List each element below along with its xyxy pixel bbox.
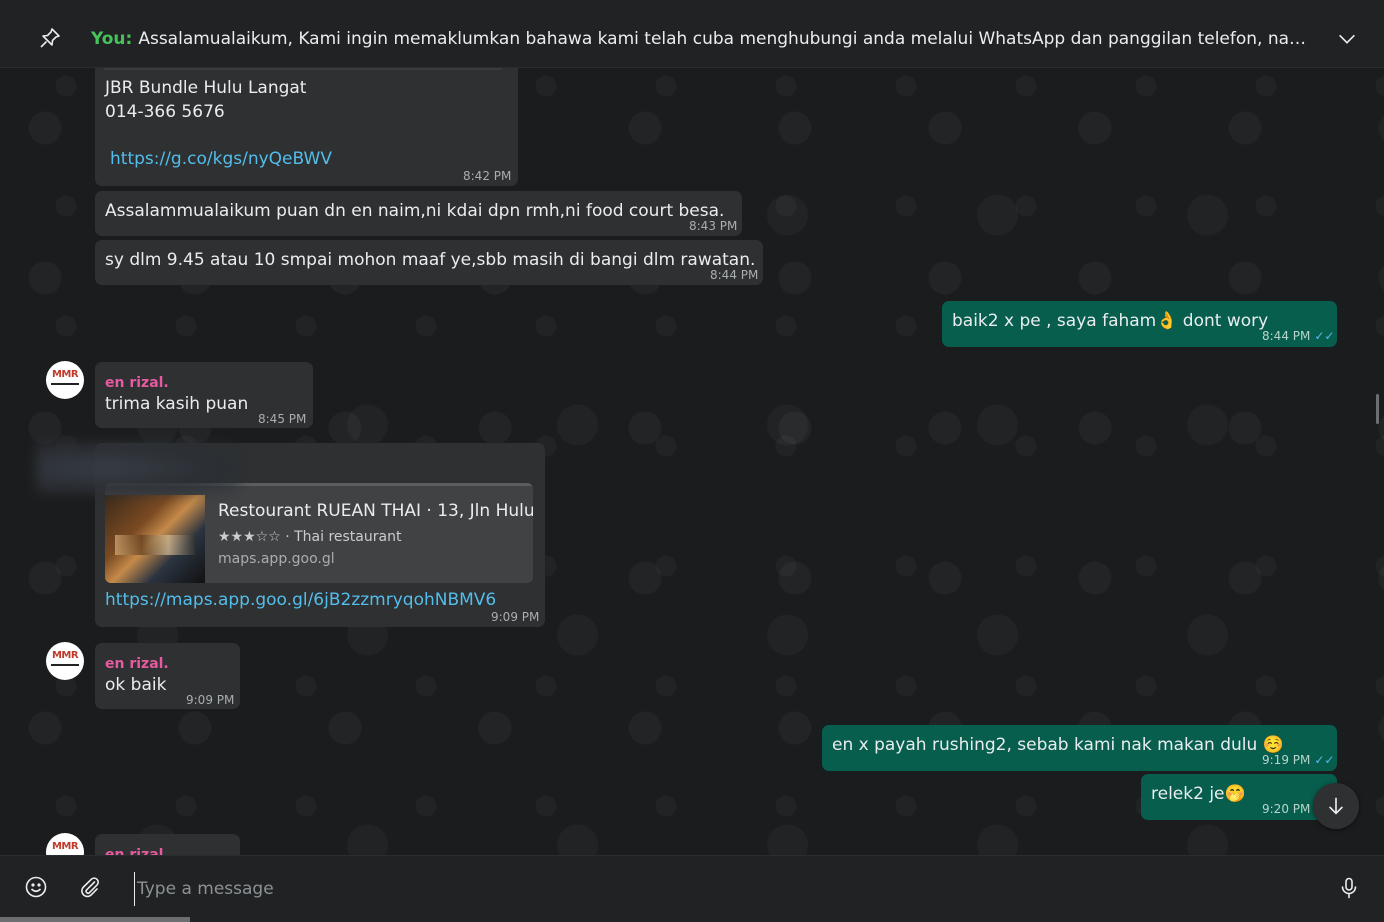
pinned-sender: You: bbox=[91, 29, 133, 49]
message-time: 8:42 PM bbox=[463, 169, 512, 183]
message-time: 8:45 PM bbox=[258, 412, 307, 426]
message-text: trima kasih puan bbox=[105, 394, 249, 414]
message-time: 9:19 PM ✓✓ bbox=[1262, 753, 1335, 767]
phone-number[interactable]: 014-366 5676 bbox=[105, 100, 225, 124]
message-time: 9:09 PM bbox=[491, 610, 540, 624]
pinned-message-text[interactable]: You: Assalamualaikum, Kami ingin memaklum… bbox=[91, 28, 1321, 50]
message-incoming[interactable]: en rizal. ok baik 9:09 PM bbox=[95, 643, 240, 709]
message-link[interactable]: https://maps.app.goo.gl/6jB2zzmryqohNBMV… bbox=[105, 588, 496, 612]
message-incoming[interactable]: sy dlm 9.45 atau 10 smpai mohon maaf ye,… bbox=[95, 240, 763, 285]
scrollbar-thumb[interactable] bbox=[1376, 394, 1379, 424]
message-text: relek2 je🤭 bbox=[1151, 784, 1246, 804]
message-incoming[interactable]: JBR Bundle Hulu Langat 014-366 5676 http… bbox=[95, 68, 518, 186]
double-check-icon: ✓✓ bbox=[1314, 753, 1335, 767]
preview-domain: maps.app.goo.gl bbox=[218, 551, 335, 567]
pin-icon[interactable] bbox=[38, 26, 62, 50]
chat-area[interactable]: JBR Bundle Hulu Langat 014-366 5676 http… bbox=[0, 68, 1384, 855]
message-text: JBR Bundle Hulu Langat bbox=[105, 78, 307, 98]
emoji-icon[interactable] bbox=[24, 875, 48, 899]
chevron-down-icon[interactable] bbox=[1336, 28, 1358, 50]
message-text: ok baik bbox=[105, 675, 167, 695]
avatar[interactable]: MMR bbox=[46, 361, 84, 399]
horizontal-scrollbar[interactable] bbox=[0, 917, 190, 922]
preview-card-edge bbox=[103, 68, 503, 70]
pinned-body: Assalamualaikum, Kami ingin memaklumkan … bbox=[138, 29, 1321, 49]
message-text: sy dlm 9.45 atau 10 smpai mohon maaf ye,… bbox=[105, 250, 756, 270]
message-text: Assalammualaikum puan dn en naim,ni kdai… bbox=[105, 201, 725, 221]
double-check-icon: ✓✓ bbox=[1314, 329, 1335, 343]
message-time: 8:44 PM ✓✓ bbox=[1262, 329, 1335, 343]
pinned-message-bar[interactable]: You: Assalamualaikum, Kami ingin memaklum… bbox=[0, 0, 1384, 68]
message-incoming[interactable]: Assalammualaikum puan dn en naim,ni kdai… bbox=[95, 191, 742, 236]
arrow-down-icon bbox=[1328, 797, 1344, 815]
message-outgoing[interactable]: relek2 je🤭 9:20 PM bbox=[1141, 774, 1337, 820]
message-composer bbox=[0, 855, 1384, 922]
message-text: en x payah rushing2, sebab kami nak maka… bbox=[832, 735, 1284, 755]
message-time: 9:20 PM bbox=[1262, 802, 1311, 816]
message-input[interactable] bbox=[134, 872, 1289, 906]
message-time: 8:44 PM bbox=[710, 268, 759, 282]
avatar[interactable]: MMR bbox=[46, 642, 84, 680]
microphone-icon[interactable] bbox=[1337, 876, 1361, 900]
message-outgoing[interactable]: en x payah rushing2, sebab kami nak maka… bbox=[822, 725, 1337, 771]
message-incoming[interactable]: en rizal. trima kasih puan 8:45 PM bbox=[95, 362, 313, 428]
message-incoming[interactable]: en rizal. bbox=[95, 834, 240, 855]
message-link[interactable]: https://g.co/kgs/nyQeBWV bbox=[110, 147, 332, 171]
preview-subtitle: ★★★☆☆ · Thai restaurant bbox=[218, 529, 402, 545]
avatar[interactable]: MMR bbox=[46, 833, 84, 855]
preview-thumbnail bbox=[105, 495, 205, 583]
attach-icon[interactable] bbox=[78, 875, 102, 899]
message-time: 8:43 PM bbox=[689, 219, 738, 233]
message-outgoing[interactable]: baik2 x pe , saya faham👌 dont wory 8:44 … bbox=[942, 301, 1337, 347]
message-text: baik2 x pe , saya faham👌 dont wory bbox=[952, 311, 1269, 331]
preview-title: Restourant RUEAN THAI · 13, Jln Hulu… bbox=[218, 501, 533, 521]
blurred-sender bbox=[36, 442, 241, 494]
scroll-to-bottom-button[interactable] bbox=[1313, 783, 1359, 829]
sender-name[interactable]: en rizal. bbox=[105, 843, 169, 855]
message-time: 9:09 PM bbox=[186, 693, 235, 707]
link-preview-card[interactable]: Restourant RUEAN THAI · 13, Jln Hulu… ★★… bbox=[105, 483, 533, 583]
